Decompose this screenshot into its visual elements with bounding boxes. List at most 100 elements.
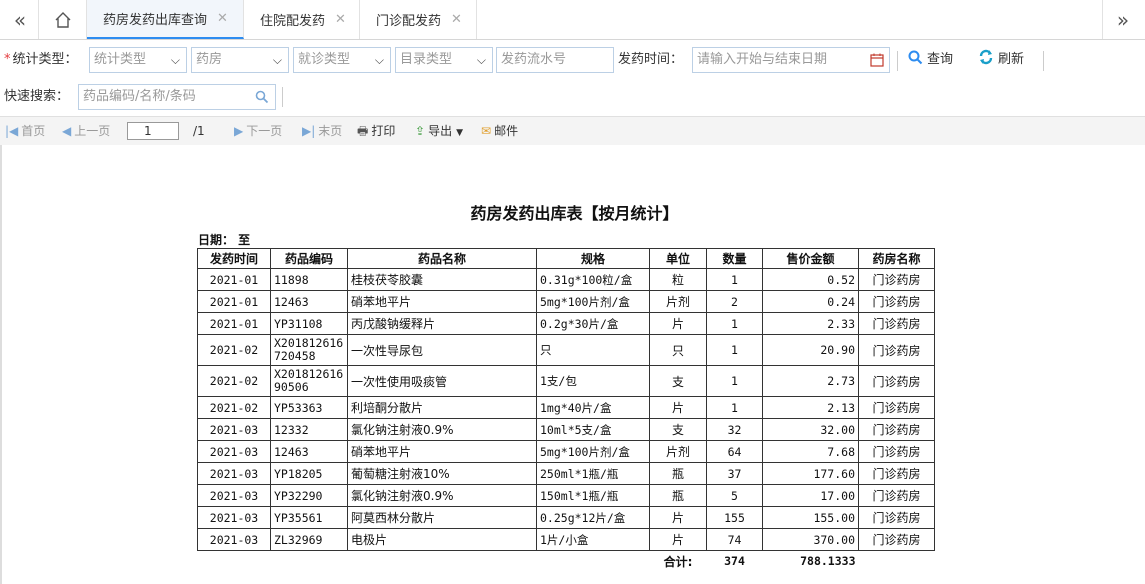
cell-pharmacy: 门诊药房	[858, 396, 935, 419]
table-row: 2021-03 ZL32969 电极片 1片/小盒片 74 370.00 门诊药房	[197, 528, 935, 551]
cell-name: 利培酮分散片	[347, 396, 537, 419]
scroll-right-icon[interactable]: »	[1102, 0, 1143, 39]
cell-amount: 0.52	[762, 268, 859, 291]
last-page-button[interactable]: ▶| 末页	[302, 117, 342, 145]
cell-amount: 20.90	[762, 334, 859, 366]
col-header: 规格	[536, 248, 650, 269]
cell-unit: 粒	[649, 268, 707, 291]
cell-month: 2021-03	[197, 440, 271, 463]
close-icon[interactable]: ✕	[451, 12, 462, 27]
cell-code: YP53363	[270, 396, 348, 419]
chevron-down-icon: ⌵	[476, 53, 486, 67]
cell-qty: 1	[706, 396, 763, 419]
cell-amount: 155.00	[762, 506, 859, 529]
cell-spec: 0.2g*30片/盒	[536, 312, 650, 335]
first-page-button[interactable]: |◀ 首页	[5, 117, 45, 145]
table-row: 2021-03 12332 氯化钠注射液0.9% 10ml*5支/盒支 32 32.00 门…	[197, 418, 935, 441]
prev-page-button[interactable]: ◀ 上一页	[62, 117, 110, 145]
close-icon[interactable]: ✕	[217, 11, 228, 26]
cell-amount: 32.00	[762, 418, 859, 441]
table-row: 2021-01 12463 硝苯地平片 5mg*100片剂/盒 片剂 2 0.24 门诊药房	[197, 290, 935, 313]
total-pages: /1	[193, 124, 205, 138]
cell-amount: 17.00	[762, 484, 859, 507]
divider	[282, 87, 283, 107]
cell-unit: 支	[649, 365, 707, 397]
cell-spec: 只	[536, 334, 650, 366]
export-button[interactable]: ⇪ 导出 ▼	[415, 117, 463, 147]
cell-amount: 2.13	[762, 396, 859, 419]
cell-pharmacy: 门诊药房	[858, 440, 935, 463]
serial-number-input[interactable]: 发药流水号	[496, 47, 614, 73]
home-icon[interactable]	[40, 0, 87, 39]
cell-unit: 片	[649, 312, 707, 335]
cell-spec: 250ml*1瓶/瓶	[536, 462, 650, 485]
tab-label: 住院配发药	[260, 14, 326, 29]
refresh-icon	[978, 46, 994, 74]
next-page-button[interactable]: ▶ 下一页	[234, 117, 282, 145]
cell-qty: 2	[706, 290, 763, 313]
catalog-type-select[interactable]: 目录类型 ⌵	[395, 47, 493, 73]
cell-code: ZL32969	[270, 528, 348, 551]
print-button[interactable]: 🖶 打印	[357, 117, 395, 145]
scroll-left-icon[interactable]: «	[2, 0, 39, 39]
report-title: 药房发药出库表【按月统计】	[470, 204, 679, 223]
cell-pharmacy: 门诊药房	[858, 506, 935, 529]
cell-name: 硝苯地平片	[347, 290, 537, 313]
stat-type-label: * 统计类型：	[4, 52, 78, 67]
chevron-down-icon: ⌵	[272, 53, 282, 67]
col-header: 数量	[706, 248, 763, 269]
pharmacy-select[interactable]: 药房 ⌵	[191, 47, 289, 73]
cell-unit: 片剂	[649, 290, 707, 313]
refresh-button[interactable]: 刷新	[978, 46, 1024, 74]
tab-outpatient-dispense[interactable]: 门诊配发药 ✕	[360, 0, 477, 39]
cell-qty: 37	[706, 462, 763, 485]
tab-pharmacy-dispense-query[interactable]: 药房发药出库查询 ✕	[87, 0, 244, 39]
close-icon[interactable]: ✕	[335, 12, 346, 27]
cell-qty: 1	[706, 312, 763, 335]
cell-code: YP32290	[270, 484, 348, 507]
visit-type-select[interactable]: 就诊类型 ⌵	[293, 47, 391, 73]
cell-pharmacy: 门诊药房	[858, 462, 935, 485]
cell-spec: 0.25g*12片/盒	[536, 506, 650, 529]
page-number-input[interactable]: 1	[127, 122, 179, 140]
quick-search-input[interactable]: 药品编码/名称/条码	[78, 84, 276, 110]
table-row: 2021-03 YP35561 阿莫西林分散片 0.25g*12片/盒片 155 155.…	[197, 506, 935, 529]
table-row: 2021-03 YP18205 葡萄糖注射液10% 250ml*1瓶/瓶瓶 37 177.…	[197, 462, 935, 485]
search-icon	[908, 46, 923, 74]
cell-code: YP35561	[270, 506, 348, 529]
export-icon: ⇪	[415, 124, 426, 138]
cell-month: 2021-03	[197, 506, 271, 529]
cell-qty: 1	[706, 334, 763, 366]
cell-code: YP31108	[270, 312, 348, 335]
search-icon[interactable]	[255, 89, 269, 113]
cell-qty: 5	[706, 484, 763, 507]
cell-spec: 150ml*1瓶/瓶	[536, 484, 650, 507]
cell-code: X20181261690506	[270, 365, 348, 397]
quick-search-label: 快速搜索：	[4, 89, 70, 104]
cell-pharmacy: 门诊药房	[858, 528, 935, 551]
cell-spec: 5mg*100片剂/盒	[536, 290, 650, 313]
date-range-input[interactable]: 请输入开始与结束日期	[692, 47, 890, 73]
cell-pharmacy: 门诊药房	[858, 365, 935, 397]
table-row: 2021-03 12463 硝苯地平片 5mg*100片剂/盒 片剂 64 7.68 门诊药房	[197, 440, 935, 463]
mail-button[interactable]: ✉ 邮件	[481, 117, 518, 145]
tab-label: 药房发药出库查询	[103, 13, 208, 28]
cell-pharmacy: 门诊药房	[858, 290, 935, 313]
col-header: 药房名称	[858, 248, 935, 269]
caret-down-icon: ▼	[456, 128, 463, 138]
cell-amount: 0.24	[762, 290, 859, 313]
cell-unit: 片剂	[649, 440, 707, 463]
cell-name: 桂枝茯苓胶囊	[347, 268, 537, 291]
cell-month: 2021-02	[197, 334, 271, 366]
cell-amount: 2.33	[762, 312, 859, 335]
tab-inpatient-dispense[interactable]: 住院配发药 ✕	[244, 0, 360, 39]
cell-name: 电极片	[347, 528, 537, 551]
report-table: 发药时间 药品编码 药品名称 规格 单位 数量 售价金额 药房名称 2021-0…	[197, 248, 935, 571]
col-header: 药品编码	[270, 248, 348, 269]
query-button[interactable]: 查询	[908, 46, 953, 74]
stat-type-select[interactable]: 统计类型 ⌵	[89, 47, 187, 73]
printer-icon: 🖶	[357, 124, 369, 138]
calendar-icon[interactable]	[870, 52, 884, 76]
tab-label: 门诊配发药	[376, 14, 442, 29]
cell-month: 2021-03	[197, 418, 271, 441]
